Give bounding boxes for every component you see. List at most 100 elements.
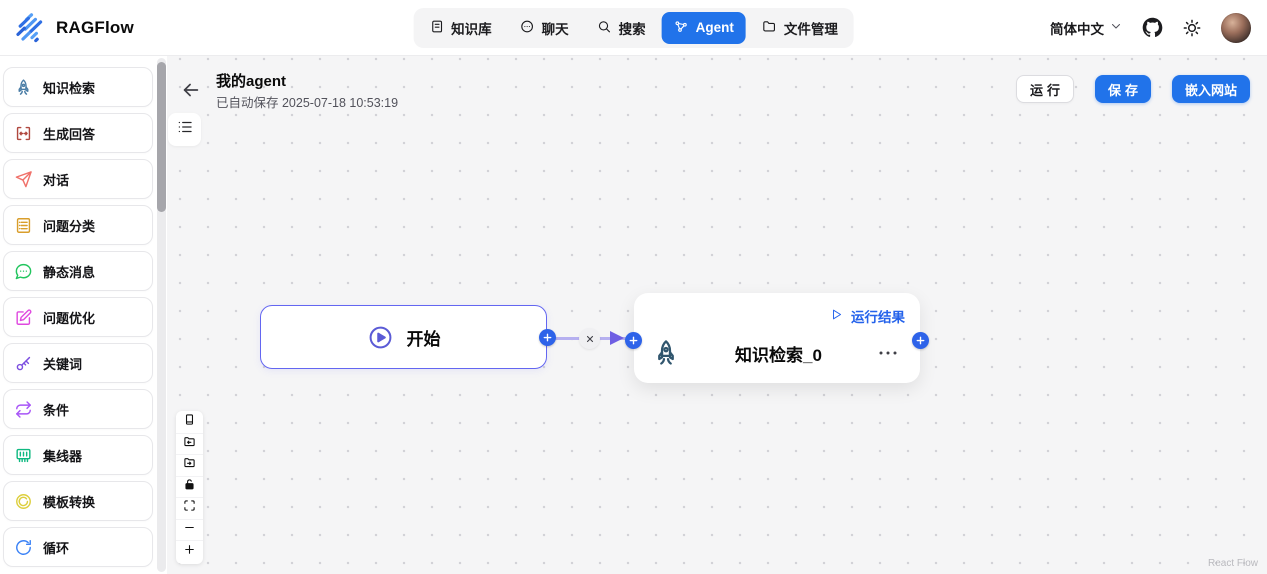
sidebar-scrollbar-thumb[interactable] <box>157 62 166 212</box>
palette-item-question-classify[interactable]: 问题分类 <box>3 205 153 245</box>
palette-item-label: 集线器 <box>43 446 82 465</box>
palette-item-retrieval[interactable]: 知识检索 <box>3 67 153 107</box>
play-circle-icon <box>367 324 394 351</box>
folder-import-icon <box>183 435 196 453</box>
control-notebook-button[interactable] <box>176 412 203 434</box>
version-list-button[interactable] <box>168 113 201 146</box>
palette-item-template-convert[interactable]: 模板转换 <box>3 481 153 521</box>
send-icon <box>14 170 33 189</box>
brand[interactable]: RAGFlow <box>0 12 134 44</box>
palette-item-label: 问题优化 <box>43 308 95 327</box>
zoom-in-icon <box>183 543 196 561</box>
fit-view-icon <box>183 499 196 517</box>
palette-item-label: 关键词 <box>43 354 82 373</box>
palette-item-generate-answer[interactable]: 生成回答 <box>3 113 153 153</box>
language-label: 简体中文 <box>1050 18 1104 38</box>
palette-item-question-refine[interactable]: 问题优化 <box>3 297 153 337</box>
tab-label: Agent <box>696 20 734 35</box>
control-fit-view-button[interactable] <box>176 498 203 520</box>
palette-item-keyword[interactable]: 关键词 <box>3 343 153 383</box>
run-button[interactable]: 运行 <box>1016 75 1074 103</box>
node-start-label: 开始 <box>407 325 441 350</box>
chat-icon <box>520 19 535 37</box>
user-avatar[interactable] <box>1221 13 1251 43</box>
message-dots-icon <box>14 262 33 281</box>
control-folder-import-button[interactable] <box>176 434 203 456</box>
tab-label: 聊天 <box>542 18 569 38</box>
retrieval-source-handle[interactable] <box>912 332 929 349</box>
edge-arrowhead <box>610 331 624 345</box>
palette-item-hub[interactable]: 集线器 <box>3 435 153 475</box>
agent-icon <box>674 19 689 37</box>
palette-item-label: 条件 <box>43 400 69 419</box>
notebook-icon <box>183 413 196 431</box>
tab-agent[interactable]: Agent <box>662 12 746 44</box>
rocket-icon <box>651 338 681 368</box>
lock-icon <box>183 478 196 496</box>
palette-list: 知识检索生成回答对话问题分类静态消息问题优化关键词条件集线器模板转换循环 <box>0 56 167 567</box>
palette-item-dialogue[interactable]: 对话 <box>3 159 153 199</box>
start-source-handle[interactable] <box>539 329 556 346</box>
tab-label: 搜索 <box>619 18 646 38</box>
ragflow-logo-icon <box>14 12 46 44</box>
edit-icon <box>14 308 33 327</box>
control-folder-export-button[interactable] <box>176 455 203 477</box>
knowledge-base-icon <box>429 19 444 37</box>
palette-item-loop[interactable]: 循环 <box>3 527 153 567</box>
edge-delete-button[interactable] <box>579 328 600 349</box>
control-lock-button[interactable] <box>176 477 203 499</box>
node-palette-sidebar: 知识检索生成回答对话问题分类静态消息问题优化关键词条件集线器模板转换循环 <box>0 56 167 574</box>
brand-name: RAGFlow <box>56 18 134 38</box>
tab-knowledge-base[interactable]: 知识库 <box>417 12 504 44</box>
node-start[interactable]: 开始 <box>260 305 547 369</box>
hub-icon <box>14 446 33 465</box>
run-result-label: 运行结果 <box>851 306 905 326</box>
sidebar-scrollbar-track[interactable] <box>157 58 166 572</box>
search-icon <box>597 19 612 37</box>
canvas-controls <box>176 411 203 564</box>
circle-icon <box>14 492 33 511</box>
node-retrieval-label: 知识检索_0 <box>681 341 876 366</box>
chevron-down-icon <box>1109 19 1123 36</box>
palette-item-static-message[interactable]: 静态消息 <box>3 251 153 291</box>
ragflow-app: RAGFlow 知识库 聊天 搜索 Agent 文件管理 简体中文 知识检索生成回答对话… <box>0 0 1267 574</box>
palette-item-label: 对话 <box>43 170 69 189</box>
folder-export-icon <box>183 456 196 474</box>
control-zoom-out-button[interactable] <box>176 520 203 542</box>
language-selector[interactable]: 简体中文 <box>1050 18 1123 38</box>
tab-file-management[interactable]: 文件管理 <box>750 12 850 44</box>
autosave-status: 已自动保存 2025-07-18 10:53:19 <box>216 92 398 111</box>
list-icon <box>176 118 194 141</box>
folder-icon <box>762 19 777 37</box>
retrieval-row: 知识检索_0 <box>634 333 920 373</box>
palette-item-label: 模板转换 <box>43 492 95 511</box>
palette-item-label: 生成回答 <box>43 124 95 143</box>
rocket-icon <box>14 78 33 97</box>
save-button[interactable]: 保存 <box>1095 75 1151 103</box>
palette-item-condition[interactable]: 条件 <box>3 389 153 429</box>
palette-item-label: 循环 <box>43 538 69 557</box>
brackets-icon <box>14 124 33 143</box>
key-icon <box>14 354 33 373</box>
control-zoom-in-button[interactable] <box>176 541 203 563</box>
header-right: 简体中文 <box>1050 13 1267 43</box>
zoom-out-icon <box>183 521 196 539</box>
run-result-link[interactable]: 运行结果 <box>830 306 905 326</box>
flow-actions: 运行 保存 嵌入网站 <box>1016 75 1250 103</box>
tab-chat[interactable]: 聊天 <box>508 12 581 44</box>
theme-toggle-icon[interactable] <box>1182 18 1202 38</box>
github-icon[interactable] <box>1142 17 1163 38</box>
more-menu-icon[interactable] <box>876 341 900 365</box>
retrieval-target-handle[interactable] <box>625 332 642 349</box>
flow-title: 我的agent <box>216 70 286 91</box>
embed-website-button[interactable]: 嵌入网站 <box>1172 75 1250 103</box>
node-retrieval[interactable]: 运行结果 知识检索_0 <box>634 293 920 383</box>
tab-label: 知识库 <box>451 18 492 38</box>
back-button[interactable] <box>180 79 202 101</box>
main-nav: 知识库 聊天 搜索 Agent 文件管理 <box>413 8 854 48</box>
tab-search[interactable]: 搜索 <box>585 12 658 44</box>
play-outline-icon <box>830 308 843 324</box>
flow-canvas[interactable]: 我的agent 已自动保存 2025-07-18 10:53:19 运行 保存 … <box>167 56 1267 574</box>
palette-item-label: 静态消息 <box>43 262 95 281</box>
tab-label: 文件管理 <box>784 18 838 38</box>
